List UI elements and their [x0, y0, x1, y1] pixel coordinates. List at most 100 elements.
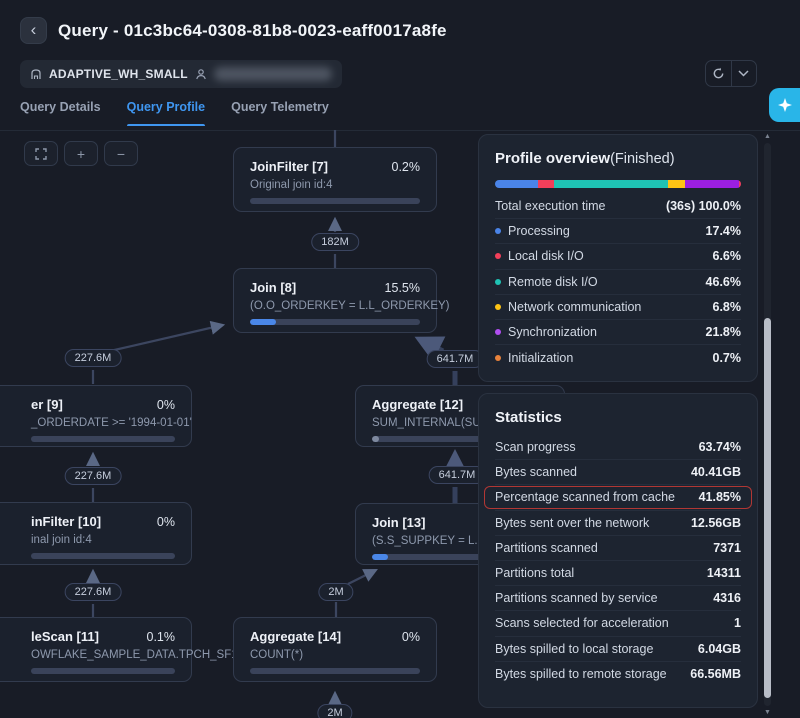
plan-node-aggregate-14[interactable]: Aggregate [14]0% COUNT(*) — [233, 617, 437, 682]
row-label: Percentage scanned from cache — [495, 490, 675, 504]
node-title: inFilter [10] — [31, 514, 101, 529]
header-divider — [0, 130, 800, 131]
bar-segment-processing — [495, 180, 538, 188]
stat-row: Bytes spilled to remote storage66.56MB — [495, 662, 741, 687]
row-label: Partitions total — [495, 566, 574, 580]
node-title: Join [8] — [250, 280, 296, 295]
legend-dot — [495, 228, 501, 234]
edge-label: 2M — [318, 583, 353, 601]
fit-view-button[interactable] — [24, 141, 58, 166]
row-value: 21.8% — [706, 325, 741, 339]
row-value: 40.41GB — [691, 465, 741, 479]
plan-node-filter-9[interactable]: er [9]0% _ORDERDATE >= '1994-01-01' — [0, 385, 192, 447]
more-actions-button[interactable] — [732, 61, 757, 86]
tab-label: Query Details — [20, 100, 101, 114]
profile-row: Remote disk I/O 46.6% — [495, 270, 741, 295]
row-value: 14311 — [707, 566, 741, 580]
refresh-icon — [712, 67, 725, 80]
edge-label: 182M — [311, 233, 359, 251]
user-icon — [195, 68, 207, 80]
node-subtitle: _ORDERDATE >= '1994-01-01' — [31, 417, 175, 429]
stat-row: Bytes scanned40.41GB — [495, 460, 741, 485]
row-label: Synchronization — [495, 325, 597, 339]
statistics-rows: Scan progress63.74% Bytes scanned40.41GB… — [495, 435, 741, 687]
edge-label: 641.7M — [427, 350, 484, 368]
row-value: 66.56MB — [690, 667, 741, 681]
legend-dot — [495, 304, 501, 310]
header-actions — [705, 60, 757, 87]
node-percent: 0.2% — [392, 160, 421, 174]
profile-row: Network communication 6.8% — [495, 295, 741, 320]
plan-node-join-8[interactable]: Join [8]15.5% (O.O_ORDERKEY = L.L_ORDERK… — [233, 268, 437, 333]
row-value: 0.7% — [713, 351, 742, 365]
node-title: leScan [11] — [31, 629, 99, 644]
row-value: 46.6% — [706, 275, 741, 289]
back-button[interactable]: ‹ — [20, 17, 47, 44]
refresh-button[interactable] — [706, 61, 731, 86]
panel-scrollbar[interactable]: ▲ ▼ — [762, 133, 773, 716]
tab-bar: Query Details Query Profile Query Teleme… — [20, 100, 329, 126]
row-value: 6.8% — [713, 300, 742, 314]
row-label: Initialization — [495, 351, 573, 365]
node-subtitle: Original join id:4 — [250, 179, 420, 191]
minus-icon: − — [117, 146, 125, 162]
row-label: Processing — [495, 224, 570, 238]
zoom-out-button[interactable]: − — [104, 141, 138, 166]
tab-label: Query Profile — [127, 100, 206, 114]
zoom-in-button[interactable]: + — [64, 141, 98, 166]
scrollbar-thumb[interactable] — [764, 318, 771, 698]
scroll-up-icon[interactable]: ▲ — [762, 133, 773, 140]
stat-row: Bytes sent over the network12.56GB — [495, 511, 741, 536]
scroll-down-icon[interactable]: ▼ — [762, 709, 773, 716]
warehouse-chip[interactable]: ADAPTIVE_WH_SMALL — [20, 60, 342, 88]
node-percent: 15.5% — [385, 281, 420, 295]
fit-view-icon — [35, 148, 47, 160]
node-progress — [250, 668, 420, 674]
warehouse-name: ADAPTIVE_WH_SMALL — [49, 67, 188, 81]
plan-node-tablescan-11[interactable]: leScan [11]0.1% OWFLAKE_SAMPLE_DATA.TPCH… — [0, 617, 192, 682]
row-label: Partitions scanned — [495, 541, 598, 555]
row-value: 63.74% — [699, 440, 741, 454]
plan-node-joinfilter-7[interactable]: JoinFilter [7]0.2% Original join id:4 — [233, 147, 437, 212]
row-value: 17.4% — [706, 224, 741, 238]
chevron-left-icon: ‹ — [31, 20, 37, 39]
node-progress — [31, 668, 175, 674]
row-value: 1 — [734, 616, 741, 630]
row-label: Scans selected for acceleration — [495, 616, 669, 630]
tab-query-profile[interactable]: Query Profile — [127, 100, 206, 126]
plus-icon: + — [77, 146, 85, 162]
node-percent: 0% — [157, 515, 175, 529]
row-label: Network communication — [495, 300, 641, 314]
profile-overview-panel: Profile overview(Finished) Total executi… — [478, 134, 758, 382]
row-value: 12.56GB — [691, 516, 741, 530]
statistics-title: Statistics — [495, 409, 741, 426]
node-progress — [31, 436, 175, 442]
stat-row: Scan progress63.74% — [495, 435, 741, 460]
node-percent: 0.1% — [147, 630, 176, 644]
edge-label: 227.6M — [65, 583, 122, 601]
tab-query-details[interactable]: Query Details — [20, 100, 101, 126]
query-status: (Finished) — [610, 151, 674, 167]
edge-label: 227.6M — [65, 349, 122, 367]
node-progress-fill — [372, 436, 379, 442]
stat-row: Scans selected for acceleration 1 — [495, 611, 741, 636]
redacted-user-name — [214, 67, 332, 81]
legend-dot — [495, 355, 501, 361]
row-value: 41.85% — [699, 490, 741, 504]
chevron-down-icon — [738, 70, 749, 77]
execution-time-bar — [495, 180, 741, 188]
node-progress-fill — [372, 554, 388, 560]
tab-query-telemetry[interactable]: Query Telemetry — [231, 100, 329, 126]
profile-row: Local disk I/O 6.6% — [495, 244, 741, 269]
row-value: 6.04GB — [698, 642, 741, 656]
plan-node-joinfilter-10[interactable]: inFilter [10]0% inal join id:4 — [0, 502, 192, 565]
node-progress — [250, 198, 420, 204]
node-progress-fill — [250, 319, 276, 325]
profile-row: Synchronization 21.8% — [495, 320, 741, 345]
row-value: 4316 — [713, 591, 741, 605]
statistics-panel: Statistics Scan progress63.74% Bytes sca… — [478, 393, 758, 708]
profile-row: Initialization 0.7% — [495, 345, 741, 370]
edge-label: 227.6M — [65, 467, 122, 485]
node-progress — [250, 319, 420, 325]
assistant-button[interactable] — [769, 88, 800, 122]
